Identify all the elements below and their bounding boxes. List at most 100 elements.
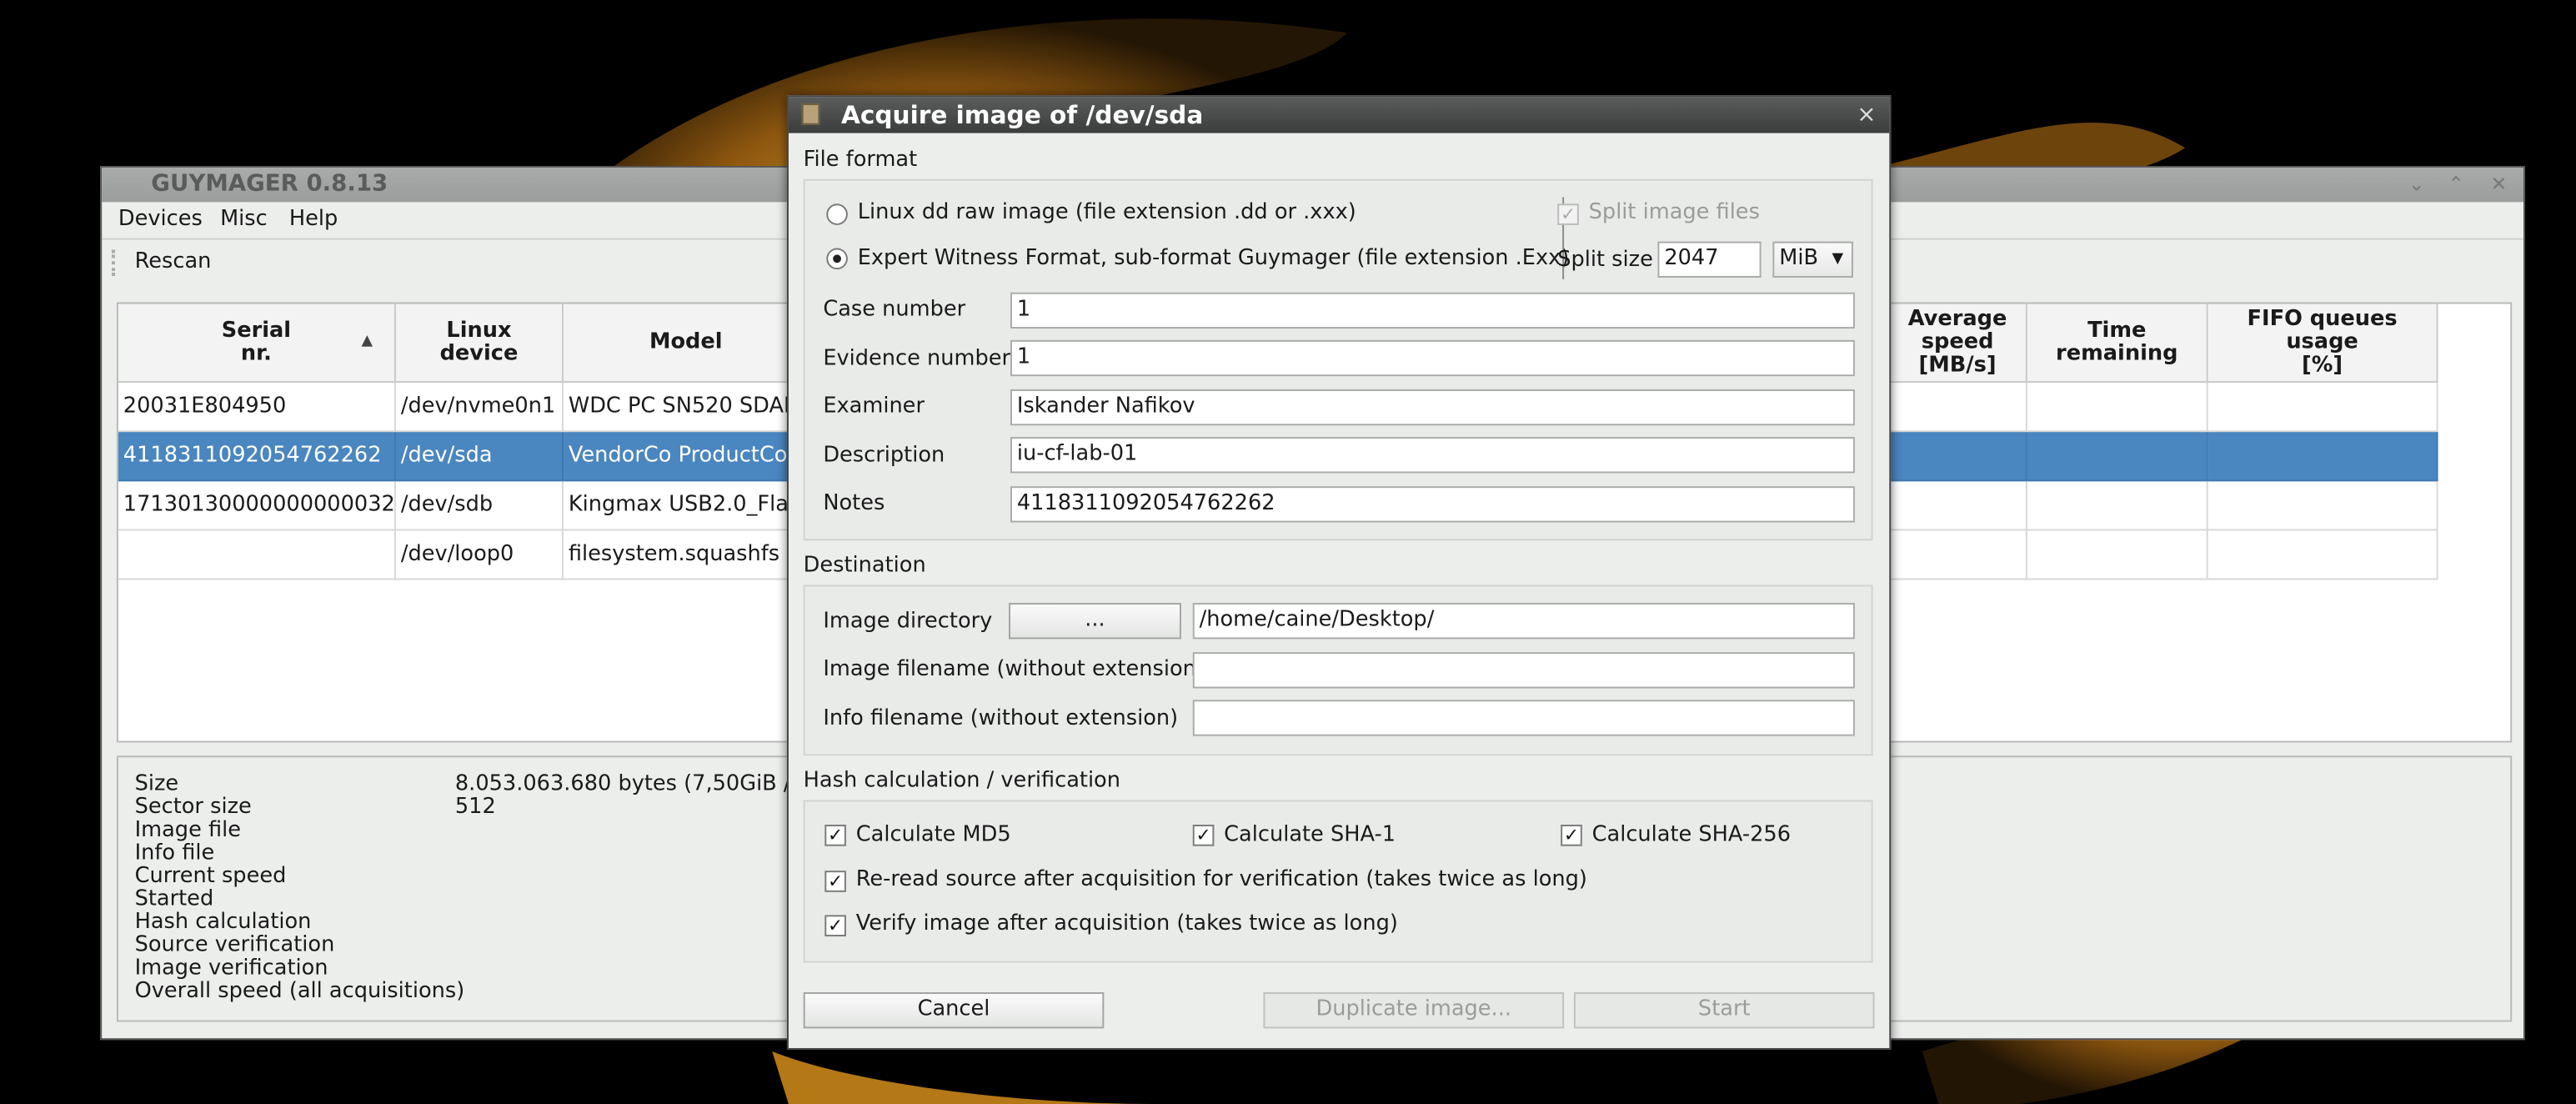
close-icon[interactable]: ✕ <box>2490 168 2507 202</box>
column-header-time-remaining[interactable]: Time remaining <box>2027 304 2208 384</box>
start-button[interactable]: Start <box>1573 992 1875 1029</box>
examiner-input[interactable]: Iskander Nafikov <box>1010 389 1855 426</box>
table-row-device[interactable]: /dev/sdb <box>395 481 564 531</box>
info-label-overall-speed: Overall speed (all acquisitions) <box>134 979 465 1004</box>
reread-source-label[interactable]: Re-read source after acquisition for ver… <box>856 867 1587 894</box>
split-unit-select[interactable]: MiB ▼ <box>1772 241 1853 278</box>
case-number-input[interactable]: 1 <box>1010 292 1855 329</box>
image-filename-label: Image filename (without extension) <box>823 657 1205 682</box>
chevron-down-icon: ▼ <box>1832 251 1844 268</box>
split-files-checkbox[interactable]: ✓ <box>1557 203 1579 225</box>
evidence-number-input[interactable]: 1 <box>1010 339 1855 377</box>
table-row-time[interactable] <box>2027 481 2208 531</box>
table-row-serial[interactable]: 4118311092054762262 <box>118 432 396 482</box>
hash-group: ✓ Calculate MD5 ✓ Calculate SHA-1 ✓ Calc… <box>803 800 1873 963</box>
table-row-fifo[interactable] <box>2208 432 2438 482</box>
info-label-current-speed: Current speed <box>134 864 287 889</box>
table-row-model[interactable]: VendorCo ProductCode <box>563 432 810 482</box>
duplicate-image-button[interactable]: Duplicate image... <box>1263 992 1565 1029</box>
ewf-format-label[interactable]: Expert Witness Format, sub-format Guymag… <box>858 247 1570 273</box>
info-value-size: 8.053.063.680 bytes (7,50GiB / 8 <box>454 771 812 797</box>
info-label-size: Size <box>134 771 179 797</box>
table-row-speed[interactable] <box>1889 481 2027 531</box>
sort-ascending-icon: ▲ <box>361 333 373 350</box>
hash-section-label: Hash calculation / verification <box>803 769 1120 794</box>
dialog-title: Acquire image of /dev/sda <box>788 97 1890 133</box>
sha1-checkbox[interactable]: ✓ <box>1192 825 1215 846</box>
image-directory-input[interactable]: /home/caine/Desktop/ <box>1192 603 1855 640</box>
column-header-serial[interactable]: Serial nr. <box>118 304 396 384</box>
table-row-fifo[interactable] <box>2208 481 2438 531</box>
verify-image-label[interactable]: Verify image after acquisition (takes tw… <box>856 911 1398 938</box>
image-filename-input[interactable] <box>1192 652 1855 689</box>
split-size-label: Split size <box>1557 248 1653 273</box>
menu-help[interactable]: Help <box>289 202 338 238</box>
column-header-fifo-usage[interactable]: FIFO queues usage [%] <box>2208 304 2438 384</box>
toolbar-grip <box>112 249 118 276</box>
browse-directory-button[interactable]: ... <box>1009 603 1181 640</box>
table-row-fifo[interactable] <box>2208 530 2438 580</box>
info-value-sector-size: 512 <box>454 795 496 820</box>
verify-image-checkbox[interactable]: ✓ <box>824 915 846 937</box>
split-files-label: Split image files <box>1588 200 1760 225</box>
sha1-label[interactable]: Calculate SHA-1 <box>1224 823 1396 850</box>
table-row-device[interactable]: /dev/nvme0n1 <box>395 383 564 433</box>
info-label-image-file: Image file <box>134 818 242 843</box>
description-label: Description <box>823 443 945 469</box>
table-row-speed[interactable] <box>1889 530 2027 580</box>
table-row-device[interactable]: /dev/sda <box>395 432 564 482</box>
evidence-number-label: Evidence number <box>823 346 1011 372</box>
table-row-fifo[interactable] <box>2208 383 2438 433</box>
table-row-time[interactable] <box>2027 383 2208 433</box>
description-input[interactable]: iu-cf-lab-01 <box>1010 437 1855 474</box>
dialog-close-icon[interactable]: × <box>1857 97 1876 133</box>
case-number-label: Case number <box>823 297 966 323</box>
table-row-time[interactable] <box>2027 432 2208 482</box>
sha256-label[interactable]: Calculate SHA-256 <box>1592 823 1791 850</box>
column-header-model[interactable]: Model <box>563 304 810 384</box>
rescan-button[interactable]: Rescan <box>135 240 212 286</box>
notes-input[interactable]: 4118311092054762262 <box>1010 486 1855 523</box>
info-label-hash-calculation: Hash calculation <box>134 910 312 936</box>
cancel-button[interactable]: Cancel <box>803 992 1105 1029</box>
acquire-image-dialog: Acquire image of /dev/sda × File format … <box>786 95 1892 1050</box>
sha256-checkbox[interactable]: ✓ <box>1561 825 1582 846</box>
file-format-section-label: File format <box>803 148 918 173</box>
menu-devices[interactable]: Devices <box>118 202 203 238</box>
info-label-sector-size: Sector size <box>134 795 252 820</box>
table-row-speed[interactable] <box>1889 432 2027 482</box>
column-header-device[interactable]: Linux device <box>395 304 564 384</box>
file-format-group: Linux dd raw image (file extension .dd o… <box>803 178 1873 541</box>
dd-format-radio[interactable] <box>826 203 848 225</box>
reread-source-checkbox[interactable]: ✓ <box>824 871 846 892</box>
ewf-format-radio[interactable] <box>826 248 848 270</box>
maximize-icon[interactable]: ⌃ <box>2448 168 2464 202</box>
table-row-device[interactable]: /dev/loop0 <box>395 530 564 580</box>
info-label-info-file: Info file <box>134 841 215 866</box>
app-icon <box>801 103 820 125</box>
table-row-serial[interactable]: 20031E804950 <box>118 383 396 433</box>
image-directory-label: Image directory <box>823 609 993 635</box>
column-header-average-speed[interactable]: Average speed [MB/s] <box>1889 304 2027 384</box>
notes-label: Notes <box>823 491 885 516</box>
split-size-input[interactable]: 2047 <box>1657 241 1762 278</box>
dd-format-label[interactable]: Linux dd raw image (file extension .dd o… <box>858 200 1356 227</box>
info-filename-input[interactable] <box>1192 700 1855 736</box>
table-row-speed[interactable] <box>1889 383 2027 433</box>
md5-checkbox[interactable]: ✓ <box>824 825 846 846</box>
info-filename-label: Info filename (without extension) <box>823 706 1179 731</box>
menu-misc[interactable]: Misc <box>220 202 268 238</box>
info-label-started: Started <box>134 886 214 912</box>
table-row-model[interactable]: WDC PC SN520 SDAPM <box>563 383 810 433</box>
minimize-icon[interactable]: ⌄ <box>2408 168 2425 202</box>
table-row-model[interactable]: filesystem.squashfs <box>563 530 810 580</box>
destination-section-label: Destination <box>803 553 926 579</box>
table-row-serial[interactable] <box>118 530 396 580</box>
table-row-serial[interactable]: 17130130000000000032 <box>118 481 396 531</box>
destination-group: Image directory ... /home/caine/Desktop/… <box>803 585 1873 756</box>
info-label-image-verification: Image verification <box>134 956 328 981</box>
table-row-model[interactable]: Kingmax USB2.0_Flash <box>563 481 810 531</box>
examiner-label: Examiner <box>823 394 925 419</box>
md5-label[interactable]: Calculate MD5 <box>856 823 1011 850</box>
table-row-time[interactable] <box>2027 530 2208 580</box>
